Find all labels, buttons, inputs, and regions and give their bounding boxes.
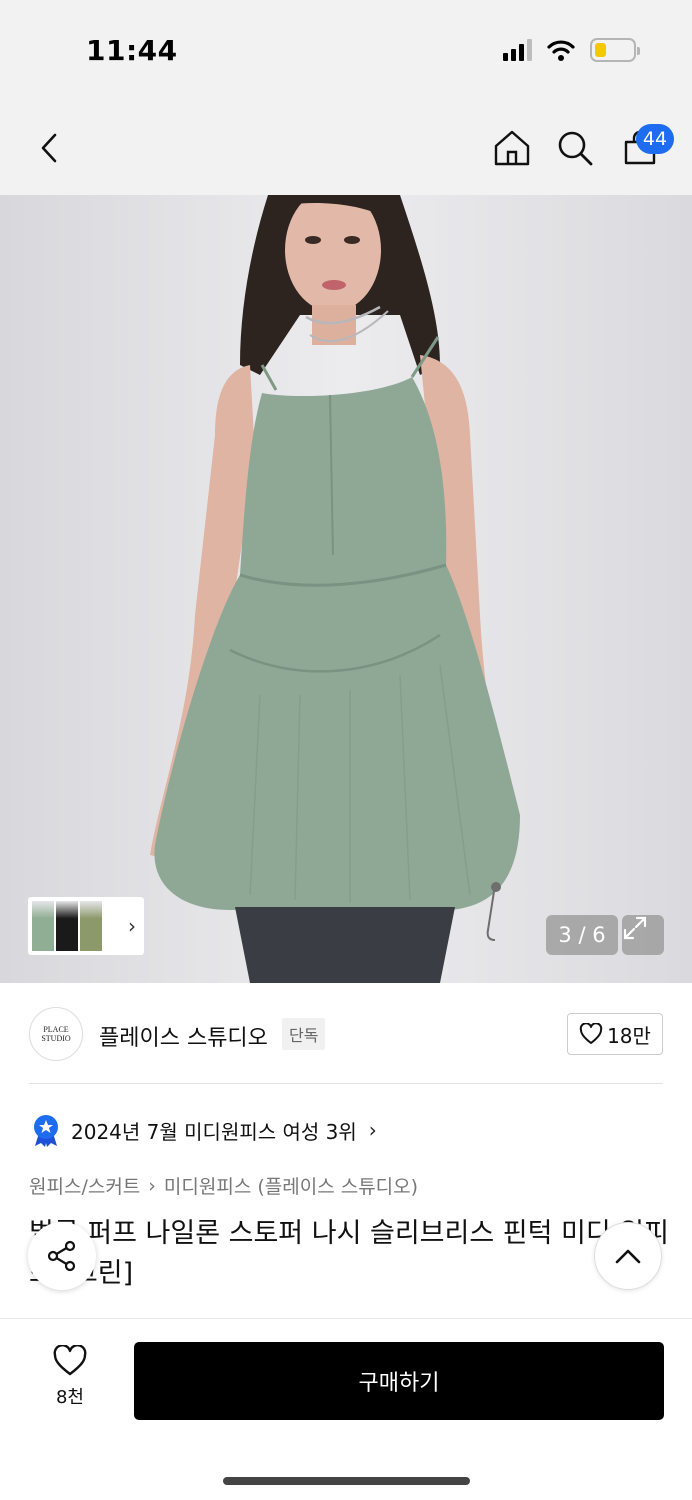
home-indicator	[223, 1477, 470, 1485]
ranking-text: 2024년 7월 미디원피스 여성 3위	[71, 1119, 357, 1144]
chevron-right-icon[interactable]: ›	[128, 914, 136, 938]
back-button[interactable]	[30, 128, 70, 168]
brand-like-count: 18만	[607, 1023, 651, 1048]
heart-icon	[579, 1023, 603, 1044]
back-icon	[41, 133, 57, 163]
share-button[interactable]	[28, 1222, 96, 1290]
home-icon	[494, 130, 530, 166]
brand-like-button[interactable]: 18만	[567, 1013, 663, 1055]
brand-row[interactable]: PLACE STUDIO 플레이스 스튜디오 단독 18만	[0, 1005, 692, 1065]
scroll-top-button[interactable]	[594, 1222, 662, 1290]
ranking-badge-icon	[34, 1115, 58, 1147]
product-image[interactable]: › 3 / 6	[0, 195, 692, 983]
breadcrumb: 원피스/스커트 › 미디원피스 (플레이스 스튜디오)	[29, 1172, 418, 1199]
chevron-up-icon	[615, 1249, 641, 1264]
status-icons	[503, 38, 640, 62]
top-navbar	[0, 100, 692, 195]
heart-icon	[53, 1344, 87, 1376]
signal-icon	[503, 39, 532, 61]
brand-logo[interactable]: PLACE STUDIO	[29, 1007, 83, 1061]
search-button[interactable]	[555, 128, 595, 168]
expand-button[interactable]	[622, 915, 664, 955]
thumbnail-olive[interactable]	[80, 901, 102, 951]
expand-icon	[623, 916, 647, 940]
cart-count-badge: 44	[636, 124, 674, 154]
product-title: 벌룬 퍼프 나일론 스토퍼 나시 슬리브리스 핀턱 미디 원피스 [그린]	[29, 1218, 669, 1289]
breadcrumb-category[interactable]: 원피스/스커트	[29, 1172, 140, 1199]
chevron-right-icon: ›	[148, 1174, 156, 1197]
image-counter: 3 / 6	[546, 915, 618, 955]
status-bar: 11:44	[0, 0, 692, 100]
model-photo	[0, 195, 692, 983]
wifi-icon	[547, 40, 575, 61]
status-time: 11:44	[86, 34, 178, 67]
wishlist-button[interactable]: 8천	[40, 1344, 100, 1409]
wishlist-count: 8천	[55, 1387, 84, 1408]
buy-button[interactable]: 구매하기	[134, 1342, 664, 1420]
brand-name[interactable]: 플레이스 스튜디오	[99, 1020, 268, 1052]
bottom-action-bar: 8천 구매하기	[0, 1318, 692, 1500]
battery-icon	[590, 38, 640, 62]
share-icon	[47, 1240, 76, 1272]
battery-level	[595, 43, 606, 57]
ranking-link[interactable]: 2024년 7월 미디원피스 여성 3위 ›	[31, 1112, 377, 1148]
chevron-right-icon: ›	[368, 1118, 377, 1142]
thumbnail-green[interactable]	[32, 901, 54, 951]
search-icon	[558, 131, 593, 166]
divider	[29, 1083, 663, 1084]
breadcrumb-subcategory[interactable]: 미디원피스 (플레이스 스튜디오)	[164, 1172, 418, 1199]
exclusive-badge: 단독	[282, 1018, 326, 1050]
thumbnail-strip[interactable]: ›	[28, 897, 144, 955]
thumbnail-black[interactable]	[56, 901, 78, 951]
home-button[interactable]	[492, 128, 532, 168]
